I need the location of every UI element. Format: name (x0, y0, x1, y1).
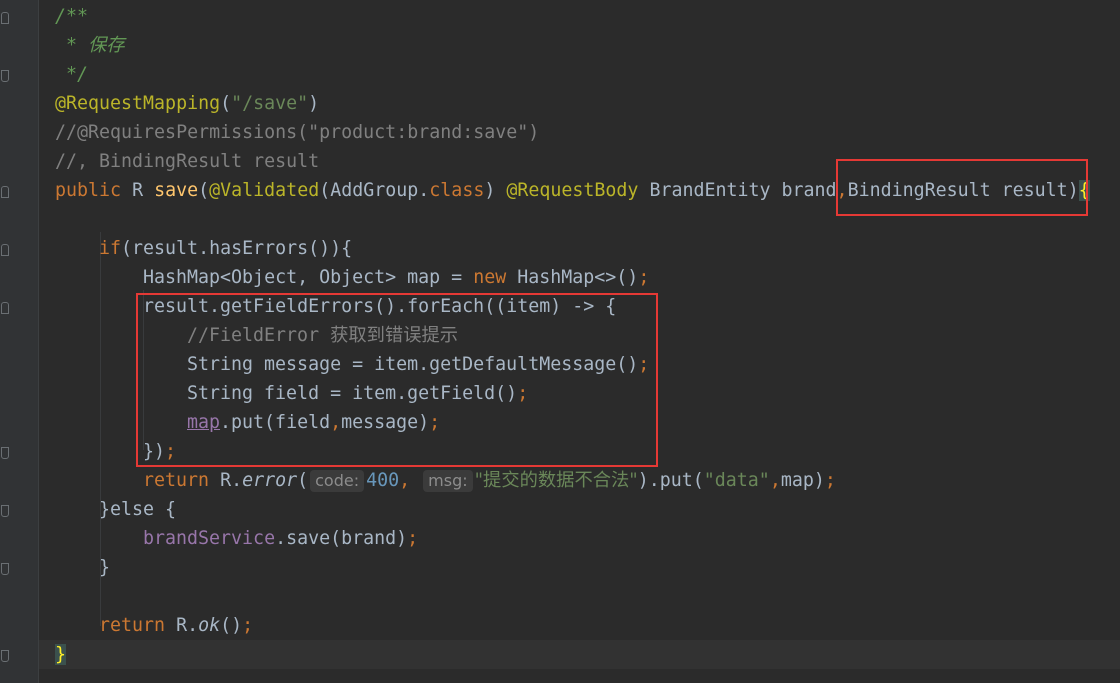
code-line[interactable]: }else { (99, 495, 176, 524)
code-line[interactable]: * 保存 (55, 31, 125, 60)
code-line[interactable]: HashMap<Object, Object> map = new HashMa… (143, 263, 649, 292)
code-line[interactable]: brandService.save(brand); (143, 524, 418, 553)
fold-marker-icon[interactable] (1, 12, 9, 24)
code-line[interactable]: //@RequiresPermissions("product:brand:sa… (55, 118, 539, 147)
param-hint-msg: msg: (423, 470, 473, 492)
highlight-box-binding-result (836, 159, 1088, 216)
code-line[interactable]: if(result.hasErrors()){ (99, 234, 352, 263)
fold-marker-icon[interactable] (1, 650, 9, 662)
code-line[interactable]: return R.error(code: 400, msg: "提交的数据不合法")… (143, 466, 836, 495)
highlight-box-field-errors (136, 293, 658, 467)
code-line[interactable]: //, BindingResult result (55, 147, 319, 176)
param-hint-code: code: (310, 470, 365, 492)
fold-marker-icon[interactable] (1, 70, 9, 82)
fold-marker-icon[interactable] (1, 563, 9, 575)
doc-comment-text: * 保存 (55, 35, 125, 56)
code-editor[interactable]: /** * 保存 */ @RequestMapping("/save") //@… (0, 0, 1120, 683)
fold-marker-icon[interactable] (1, 302, 9, 314)
fold-marker-icon[interactable] (1, 186, 9, 198)
code-line[interactable]: /** (55, 2, 88, 31)
current-line-highlight (39, 640, 1120, 669)
code-line[interactable]: } (99, 553, 110, 582)
code-line[interactable]: return R.ok(); (99, 611, 253, 640)
fold-marker-icon[interactable] (1, 505, 9, 517)
fold-marker-icon[interactable] (1, 244, 9, 256)
editor-gutter (0, 0, 39, 683)
code-line[interactable]: } (55, 640, 67, 669)
code-line[interactable]: */ (55, 60, 88, 89)
fold-marker-icon[interactable] (1, 447, 9, 459)
code-line[interactable]: @RequestMapping("/save") (55, 89, 319, 118)
